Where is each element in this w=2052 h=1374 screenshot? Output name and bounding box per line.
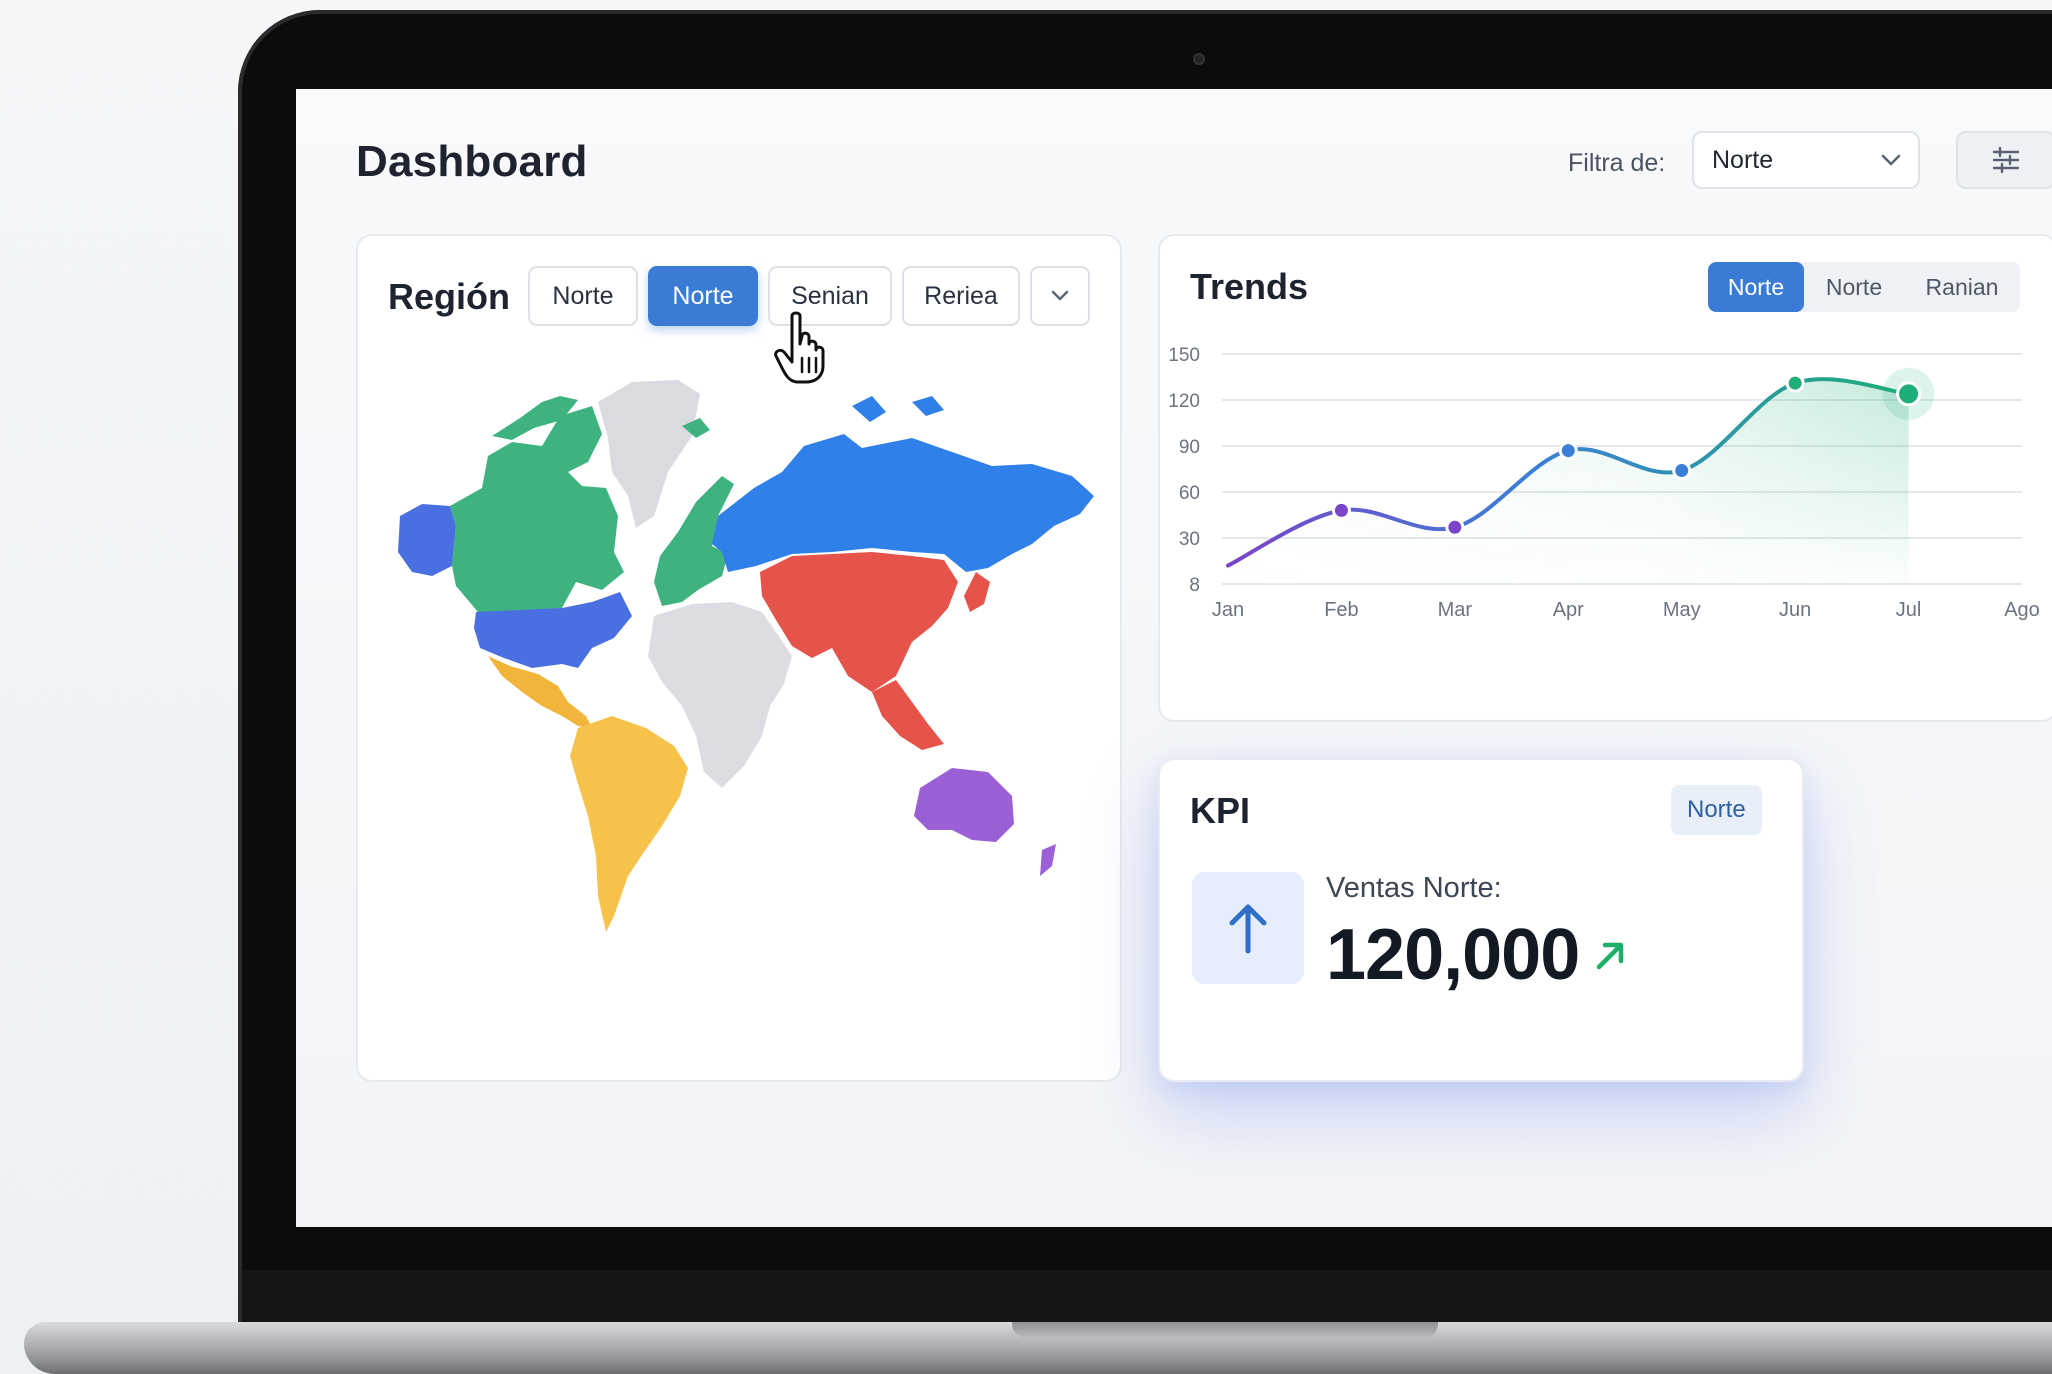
data-point (1896, 381, 1922, 407)
filter-select-value: Norte (1712, 145, 1774, 174)
map-region-new-zealand[interactable] (1040, 844, 1056, 876)
x-tick-label: Mar (1438, 599, 1473, 621)
x-tick-label: Jul (1896, 599, 1922, 621)
map-region-arctic-islands[interactable] (852, 396, 944, 422)
kpi-value-row: 120,000 (1326, 914, 1631, 996)
map-region-canada[interactable] (450, 406, 624, 612)
region-option-norte-2[interactable]: Norte (648, 266, 758, 326)
y-tick-label: 8 (1189, 575, 1200, 596)
data-point (1331, 500, 1351, 520)
map-region-russia[interactable] (712, 434, 1094, 572)
region-option-norte-1[interactable]: Norte (528, 266, 638, 326)
x-tick-label: Feb (1324, 599, 1358, 621)
x-tick-label: May (1663, 599, 1701, 621)
page-title: Dashboard (356, 137, 588, 186)
x-tick-label: Jan (1212, 599, 1244, 621)
chevron-down-icon (1881, 154, 1901, 166)
data-point (1672, 461, 1692, 481)
map-region-south-america[interactable] (570, 716, 688, 932)
trend-area-fill (1228, 379, 1909, 584)
sliders-icon (1992, 146, 2020, 174)
filter-label: Filtra de: (1568, 149, 1666, 177)
region-more-dropdown[interactable] (1030, 266, 1090, 326)
kpi-value: 120,000 (1326, 915, 1580, 995)
map-region-southeast-asia[interactable] (872, 680, 944, 750)
kpi-title: KPI (1190, 790, 1251, 831)
laptop-notch (1012, 1322, 1438, 1338)
settings-button[interactable] (1956, 131, 2052, 189)
hand-cursor-icon (774, 311, 825, 384)
kpi-icon-box (1192, 872, 1304, 984)
x-tick-label: Apr (1553, 599, 1584, 621)
y-tick-label: 60 (1179, 483, 1200, 504)
kpi-label: Ventas Norte: (1326, 872, 1502, 904)
dashboard-screen: Dashboard Filtra de: Norte Región Norte … (296, 89, 2052, 1227)
webcam (1193, 53, 1205, 65)
map-region-asia[interactable] (760, 552, 958, 692)
data-point (1558, 441, 1578, 461)
arrow-up-right-icon (1597, 942, 1624, 970)
data-point (1445, 517, 1465, 537)
map-region-australia[interactable] (914, 768, 1014, 842)
kpi-card: KPI Norte Ventas Norte: 120,000 (1158, 758, 1804, 1082)
world-map[interactable] (392, 376, 1112, 936)
x-tick-label: Jun (1779, 599, 1811, 621)
region-option-reriea[interactable]: Reriea (902, 266, 1020, 326)
map-region-alaska[interactable] (398, 504, 456, 576)
region-title: Región (388, 276, 510, 317)
data-point (1785, 373, 1805, 393)
filter-select[interactable]: Norte (1692, 131, 1920, 189)
map-region-japan[interactable] (964, 572, 990, 612)
chevron-down-icon (1051, 290, 1069, 301)
y-tick-label: 30 (1179, 529, 1200, 550)
arrow-up-icon (1229, 904, 1267, 954)
x-tick-label: Ago (2004, 599, 2040, 621)
y-tick-label: 90 (1179, 437, 1200, 458)
trends-card: Trends Norte Norte Ranian 8 30 60 90 120… (1158, 234, 2052, 722)
laptop-lower-bezel (242, 1270, 2052, 1326)
y-tick-label: 120 (1168, 391, 1200, 412)
region-card: Región Norte Norte Senian Reriea (356, 234, 1122, 1082)
kpi-region-badge[interactable]: Norte (1671, 785, 1762, 835)
trends-line-chart: 8 30 60 90 120 150 Jan Feb Mar Apr May Jun Jul Ago (1168, 345, 2040, 621)
y-tick-label: 150 (1168, 345, 1200, 366)
